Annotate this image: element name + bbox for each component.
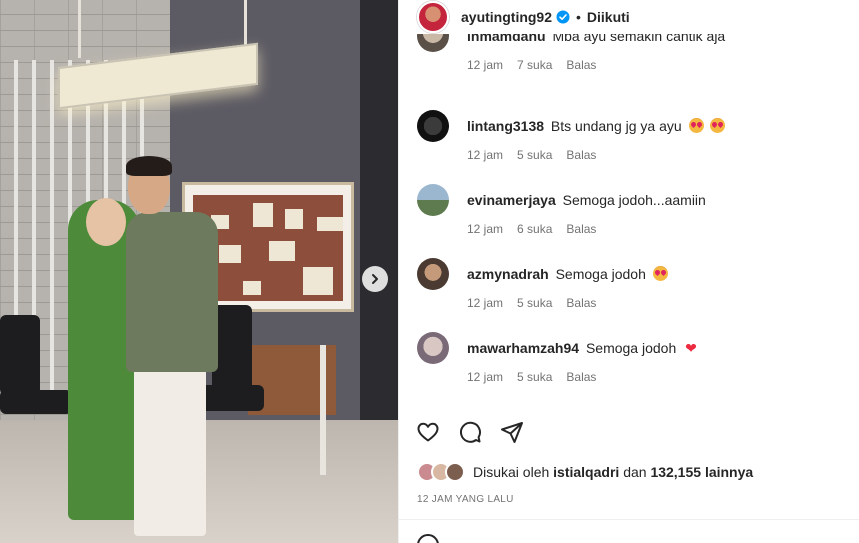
- verified-badge-icon: [556, 10, 570, 24]
- comment-likes[interactable]: 7 suka: [517, 58, 552, 72]
- post-timestamp[interactable]: 12 JAM YANG LALU: [417, 494, 514, 505]
- man-hair: [126, 156, 172, 176]
- comment-time[interactable]: 12 jam: [467, 148, 503, 162]
- comment-username[interactable]: lintang3138: [467, 118, 544, 134]
- post-actions: [415, 418, 845, 446]
- desk-leg: [320, 345, 326, 475]
- owner-username[interactable]: ayutingting92: [461, 9, 552, 25]
- comment-text: Mba ayu semakin cantik aja: [552, 34, 726, 44]
- owner-avatar[interactable]: [417, 1, 449, 33]
- likes-text[interactable]: Disukai oleh istialqadri dan 132,155 lai…: [473, 464, 753, 480]
- comment-item: mawarhamzah94 Semoga jodoh ❤ 12 jam 5 su…: [417, 332, 857, 406]
- comment-time[interactable]: 12 jam: [467, 222, 503, 236]
- chevron-right-icon: [372, 274, 378, 284]
- likes-middle: dan: [623, 464, 647, 480]
- comment-text: Semoga jodoh: [555, 266, 646, 282]
- heart-icon: [417, 422, 439, 442]
- header-separator: •: [576, 9, 581, 25]
- commenter-avatar[interactable]: [417, 110, 449, 142]
- comment-username[interactable]: mawarhamzah94: [467, 340, 579, 356]
- comment-time[interactable]: 12 jam: [467, 58, 503, 72]
- office-chair-seat: [0, 390, 72, 414]
- commenter-avatar[interactable]: [417, 332, 449, 364]
- comment-likes[interactable]: 5 suka: [517, 296, 552, 310]
- commenter-avatar[interactable]: [417, 34, 449, 52]
- post-photo[interactable]: [0, 0, 398, 543]
- comment-list[interactable]: inmamdanu Mba ayu semakin cantik aja 12 …: [399, 34, 859, 406]
- likes-summary: Disukai oleh istialqadri dan 132,155 lai…: [417, 462, 753, 482]
- man-white-trousers: [134, 368, 206, 536]
- comment-likes[interactable]: 5 suka: [517, 370, 552, 384]
- office-chair: [212, 305, 252, 395]
- comment-time[interactable]: 12 jam: [467, 296, 503, 310]
- heart-eyes-icon: [652, 266, 668, 281]
- post-side-panel: ayutingting92 • Diikuti inmamdanu Mba ay…: [398, 0, 859, 543]
- comment-icon: [459, 421, 481, 443]
- office-chair-seat: [200, 385, 264, 411]
- commenter-avatar[interactable]: [417, 258, 449, 290]
- likes-suffix[interactable]: lainnya: [705, 464, 753, 480]
- reply-button[interactable]: Balas: [566, 370, 596, 384]
- liker-username[interactable]: istialqadri: [553, 464, 619, 480]
- heart-eyes-icon: [710, 118, 726, 133]
- comment-username[interactable]: azmynadrah: [467, 266, 549, 282]
- reply-button[interactable]: Balas: [566, 58, 596, 72]
- heart-eyes-icon: [688, 118, 704, 133]
- comment-time[interactable]: 12 jam: [467, 370, 503, 384]
- comment-text: Semoga jodoh: [585, 340, 677, 356]
- comment-button[interactable]: [457, 419, 483, 445]
- comment-item: lintang3138 Bts undang jg ya ayu 12 jam …: [417, 110, 857, 184]
- man-green-shirt: [126, 212, 218, 372]
- add-comment-bar: [399, 519, 859, 543]
- comment-username[interactable]: evinamerjaya: [467, 192, 556, 208]
- comment-likes[interactable]: 5 suka: [517, 148, 552, 162]
- post-header: ayutingting92 • Diikuti: [399, 0, 859, 34]
- likes-count[interactable]: 132,155: [650, 464, 701, 480]
- office-chair: [0, 315, 40, 395]
- comment-item: azmynadrah Semoga jodoh 12 jam 5 suka Ba…: [417, 258, 857, 332]
- likes-prefix: Disukai oleh: [473, 464, 550, 480]
- commenter-avatar[interactable]: [417, 184, 449, 216]
- following-button[interactable]: Diikuti: [587, 9, 630, 25]
- like-button[interactable]: [415, 419, 441, 445]
- lamp-rod: [78, 0, 81, 58]
- share-icon: [501, 422, 523, 443]
- comment-item: evinamerjaya Semoga jodoh...aamiin 12 ja…: [417, 184, 857, 258]
- comment-username[interactable]: inmamdanu: [467, 34, 546, 44]
- emoji-icon[interactable]: [417, 534, 439, 543]
- next-photo-button[interactable]: [362, 266, 388, 292]
- comment-text: Semoga jodoh...aamiin: [562, 192, 706, 208]
- red-heart-icon: ❤: [685, 340, 697, 356]
- reply-button[interactable]: Balas: [566, 222, 596, 236]
- comment-item: inmamdanu Mba ayu semakin cantik aja 12 …: [417, 34, 857, 94]
- reply-button[interactable]: Balas: [566, 148, 596, 162]
- share-button[interactable]: [499, 419, 525, 445]
- woman-head: [86, 198, 126, 246]
- liker-avatar: [445, 462, 465, 482]
- reply-button[interactable]: Balas: [566, 296, 596, 310]
- comment-likes[interactable]: 6 suka: [517, 222, 552, 236]
- comment-text: Bts undang jg ya ayu: [550, 118, 682, 134]
